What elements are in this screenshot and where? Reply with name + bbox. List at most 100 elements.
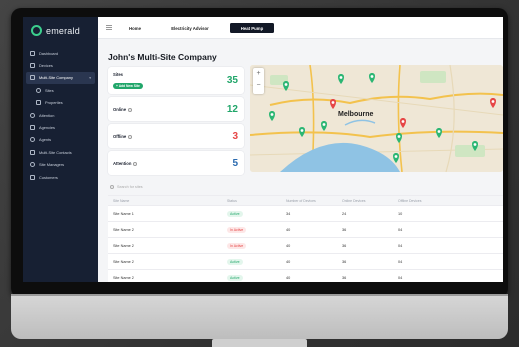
col-devices[interactable]: Number of Devices	[286, 196, 316, 205]
online-card: Online 12	[108, 97, 244, 121]
cell-devices: 40	[286, 243, 291, 248]
sidebar-item-properties[interactable]: Properties	[23, 97, 98, 109]
sidebar-item-sites[interactable]: Sites	[23, 84, 98, 96]
search-icon	[110, 185, 114, 189]
cell-offline: 04	[398, 227, 403, 232]
status-cell: In Active	[227, 238, 247, 253]
sites-map[interactable]: + − Melbourne	[250, 65, 503, 172]
sidebar-item-label: Agencies	[39, 125, 56, 131]
cell-devices: 40	[286, 275, 291, 280]
cell-devices: 40	[286, 227, 291, 232]
tab-electricity-advisor[interactable]: Electricity Advisor	[158, 23, 222, 33]
sidebar-item-dashboard[interactable]: Dashboard	[23, 47, 98, 59]
sidebar-item-customers[interactable]: Customers	[23, 171, 98, 183]
col-status[interactable]: Status	[227, 196, 237, 205]
table-row[interactable]: Site Name 2 In Active 40 36 04	[108, 221, 503, 237]
cell-devices: 34	[286, 211, 291, 216]
table-row[interactable]: Site Name 2 Active 40 36 04	[108, 269, 503, 282]
table-header: Site Name Status Number of Devices Onlin…	[108, 195, 503, 205]
status-badge: Active	[227, 210, 243, 217]
info-icon[interactable]	[128, 107, 133, 112]
map-pin-online[interactable]	[436, 128, 442, 138]
user-icon	[30, 137, 35, 143]
col-online[interactable]: Online Devices	[342, 196, 366, 205]
brand-logo[interactable]: emerald	[31, 25, 80, 36]
cell-online: 36	[342, 243, 347, 248]
menu-icon[interactable]	[106, 25, 112, 30]
users-icon	[30, 174, 35, 180]
table-row[interactable]: Site Name 1 Active 34 24 10	[108, 205, 503, 221]
attention-card: Attention 5	[108, 151, 244, 175]
cell-offline: 10	[398, 211, 403, 216]
sidebar-item-site-managers[interactable]: Site Managers	[23, 159, 98, 171]
grid-icon	[30, 50, 35, 56]
sidebar-item-label: Devices	[39, 63, 53, 69]
sidebar-item-label: Agents	[39, 137, 52, 143]
info-icon[interactable]	[133, 161, 138, 166]
sidebar-item-label: Sites	[45, 87, 54, 93]
sidebar-item-devices[interactable]: Devices	[23, 59, 98, 71]
info-icon[interactable]	[128, 134, 133, 139]
map-pin-online[interactable]	[396, 133, 402, 143]
page-title: John's Multi-Site Company	[108, 52, 217, 62]
sidebar-item-label: Dashboard	[39, 50, 59, 56]
status-cell: Active	[227, 270, 243, 282]
sidebar-item-agencies[interactable]: Agencies	[23, 121, 98, 133]
map-pin-online[interactable]	[472, 141, 478, 151]
home-icon	[36, 100, 41, 106]
cell-name: Site Name 2	[113, 275, 134, 280]
logo-icon	[31, 25, 42, 36]
cell-name: Site Name 1	[113, 211, 134, 216]
sidebar-item-label: Site Managers	[39, 162, 65, 168]
map-pin-offline[interactable]	[330, 99, 336, 109]
map-pin-offline[interactable]	[400, 118, 406, 128]
cell-name: Site Name 2	[113, 243, 134, 248]
sidebar-item-multi-site-contacts[interactable]: Multi-Site Contacts	[23, 146, 98, 158]
map-pin-online[interactable]	[321, 121, 327, 131]
sidebar: emerald Dashboard Devices Multi-Site Compa…	[23, 17, 98, 282]
cell-name: Site Name 2	[113, 227, 134, 232]
add-new-site-button[interactable]: + Add New Site	[113, 83, 143, 89]
sites-label: Sites	[113, 72, 124, 77]
tab-home[interactable]: Home	[122, 23, 148, 33]
map-pin-online[interactable]	[269, 111, 275, 121]
sidebar-item-label: Multi-Site Company	[39, 75, 73, 81]
offline-card: Offline 3	[108, 124, 244, 148]
map-pin-offline[interactable]	[490, 98, 496, 108]
cell-offline: 04	[398, 259, 403, 264]
search-input[interactable]: Search for sites	[117, 185, 143, 189]
col-site-name[interactable]: Site Name	[113, 196, 129, 205]
chevron-down-icon: ▾	[89, 75, 91, 80]
cell-online: 36	[342, 259, 347, 264]
table-row[interactable]: Site Name 2 Active 40 36 04	[108, 253, 503, 269]
contacts-icon	[30, 149, 35, 155]
attention-label: Attention	[113, 161, 132, 166]
sidebar-item-label: Attention	[39, 112, 55, 118]
map-pin-online[interactable]	[369, 73, 375, 83]
sidebar-item-attention[interactable]: Attention	[23, 109, 98, 121]
cell-online: 36	[342, 227, 347, 232]
map-pin-online[interactable]	[299, 127, 305, 137]
cell-online: 36	[342, 275, 347, 280]
map-pin-online[interactable]	[283, 81, 289, 91]
table-row[interactable]: Site Name 2 In Active 40 36 04	[108, 237, 503, 253]
map-pin-online[interactable]	[338, 74, 344, 84]
user-icon	[30, 162, 35, 168]
status-badge: In Active	[227, 226, 247, 233]
tab-heat-pump[interactable]: Heat Pump	[230, 23, 274, 33]
site-search[interactable]: Search for sites	[110, 182, 502, 192]
map-pin-online[interactable]	[393, 153, 399, 163]
agency-icon	[30, 125, 35, 131]
sidebar-item-label: Customers	[39, 174, 58, 180]
monitor-chin-edge	[11, 294, 508, 296]
status-badge: Active	[227, 274, 243, 281]
sites-card: Sites + Add New Site 35	[108, 67, 244, 94]
col-offline[interactable]: Offline Devices	[398, 196, 421, 205]
map-pins	[269, 73, 496, 163]
building-icon	[30, 75, 35, 81]
sidebar-item-agents[interactable]: Agents	[23, 134, 98, 146]
sidebar-item-multi-site-company[interactable]: Multi-Site Company ▾	[26, 71, 95, 85]
monitor-chin	[11, 294, 508, 339]
offline-label: Offline	[113, 134, 127, 139]
cell-offline: 04	[398, 275, 403, 280]
